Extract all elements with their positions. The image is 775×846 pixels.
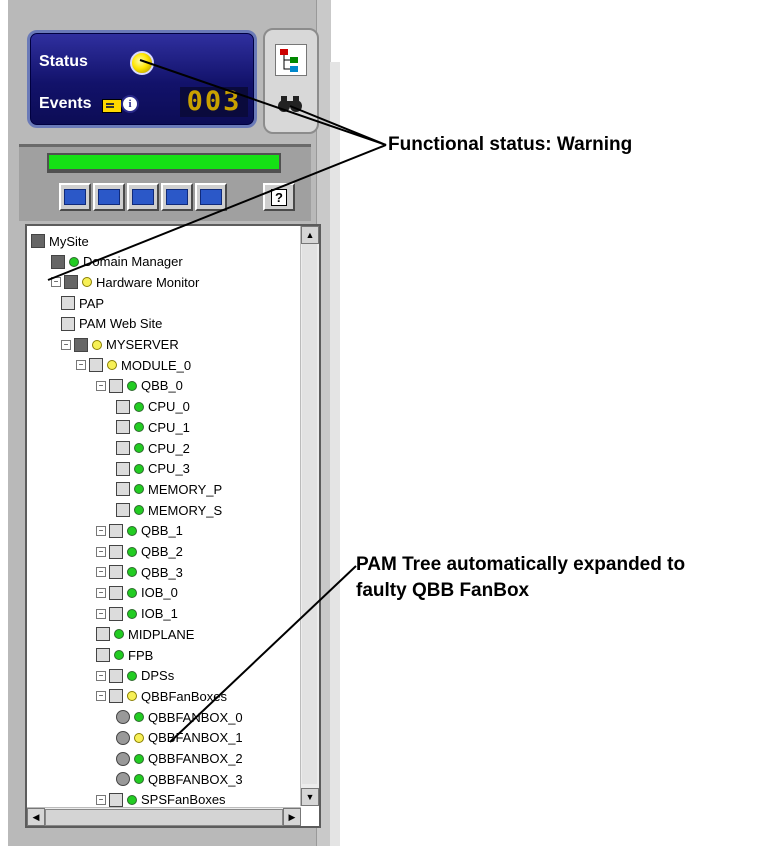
pam-tree-annotation-line2: faulty QBB FanBox [356,580,530,601]
pam-tree-annotation-line1: PAM Tree automatically expanded to [356,554,686,575]
annotation-lines [47,59,387,743]
functional-status-annotation: Functional status: Warning [388,134,633,155]
